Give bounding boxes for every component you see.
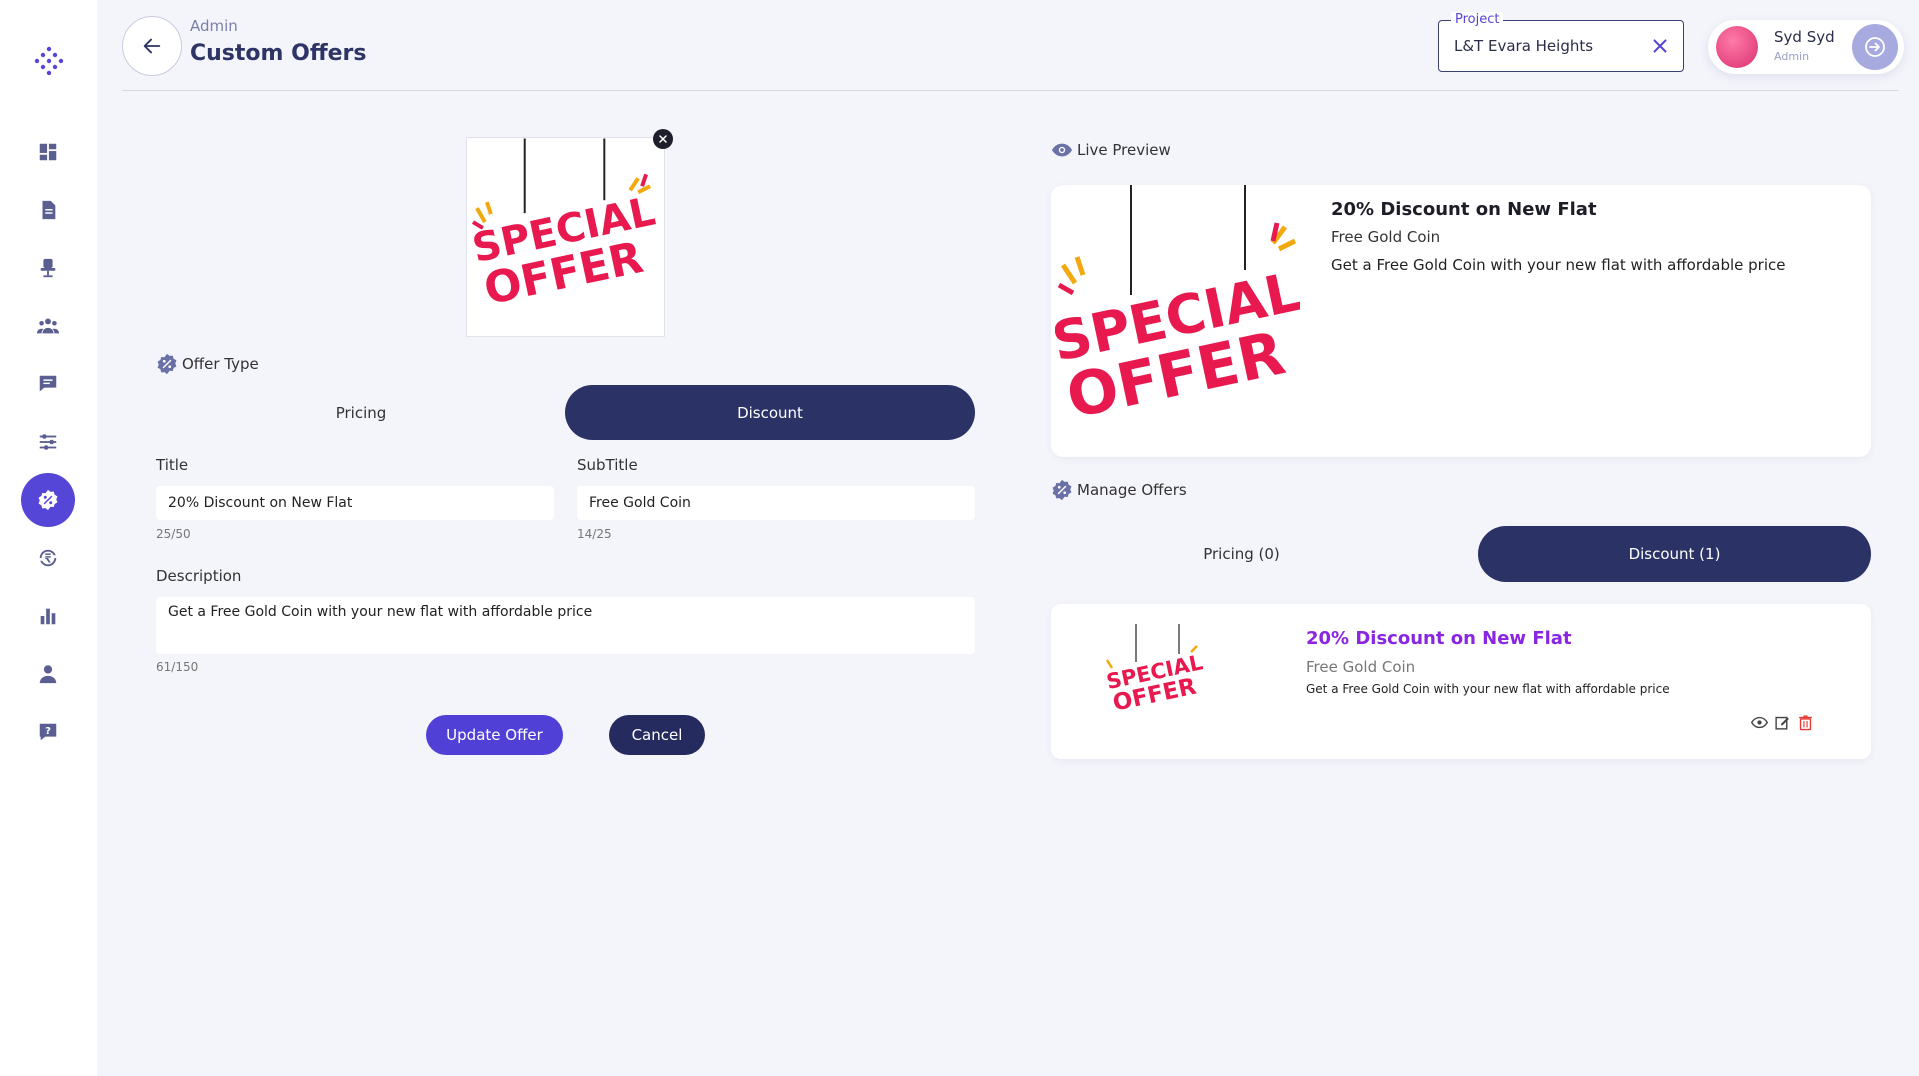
offer-image-upload[interactable]: SPECIAL OFFER xyxy=(466,137,665,337)
sidebar-item-settings[interactable] xyxy=(21,415,75,469)
special-offer-image: SPECIAL OFFER xyxy=(1055,185,1300,435)
view-icon[interactable] xyxy=(1751,714,1768,731)
sidebar-item-offers[interactable] xyxy=(21,473,75,527)
offer-actions xyxy=(1751,714,1814,731)
edit-icon[interactable] xyxy=(1774,714,1791,731)
sidebar-item-messages[interactable] xyxy=(21,357,75,411)
logout-button[interactable] xyxy=(1852,24,1898,70)
project-value: L&T Evara Heights xyxy=(1454,37,1594,55)
dashboard-icon xyxy=(39,143,57,161)
update-offer-button[interactable]: Update Offer xyxy=(426,715,563,755)
chair-icon xyxy=(40,258,56,278)
chat-icon xyxy=(39,375,57,392)
logout-icon xyxy=(1865,37,1885,57)
remove-image-button[interactable] xyxy=(653,129,673,149)
preview-description: Get a Free Gold Coin with your new flat … xyxy=(1331,256,1786,274)
arrow-left-icon xyxy=(143,38,161,54)
subtitle-counter: 14/25 xyxy=(577,527,612,541)
project-select[interactable]: Project L&T Evara Heights xyxy=(1438,12,1684,72)
refresh-rupee-icon xyxy=(39,549,57,567)
app-logo-icon[interactable] xyxy=(33,45,65,77)
close-icon xyxy=(659,135,667,143)
sidebar-item-documents[interactable] xyxy=(21,183,75,237)
sidebar-item-dashboard[interactable] xyxy=(21,125,75,179)
preview-subtitle: Free Gold Coin xyxy=(1331,228,1441,246)
discount-icon xyxy=(38,489,58,511)
offer-subtitle: Free Gold Coin xyxy=(1306,658,1416,676)
svg-text:?: ? xyxy=(45,726,51,737)
live-preview-label: Live Preview xyxy=(1077,141,1171,159)
cancel-button[interactable]: Cancel xyxy=(609,715,705,755)
subtitle-label: SubTitle xyxy=(577,456,638,474)
header-divider xyxy=(122,90,1899,91)
sidebar-item-team[interactable] xyxy=(21,299,75,353)
offer-type-label: Offer Type xyxy=(182,355,259,373)
close-icon[interactable] xyxy=(1649,35,1671,57)
special-offer-image: SPECIAL OFFER xyxy=(467,138,661,317)
sidebar-item-help[interactable]: ? xyxy=(21,705,75,759)
special-offer-thumbnail: SPECIAL OFFER xyxy=(1103,624,1206,717)
user-profile[interactable]: Syd Syd Admin xyxy=(1708,20,1904,74)
sidebar: ? xyxy=(0,0,97,1076)
group-icon xyxy=(37,318,59,334)
discount-badge-icon xyxy=(1052,479,1072,501)
offer-type-heading: Offer Type xyxy=(156,353,259,375)
project-label: Project xyxy=(1451,12,1504,27)
sidebar-item-users[interactable] xyxy=(21,647,75,701)
user-icon xyxy=(39,665,57,684)
eye-icon xyxy=(1051,143,1073,157)
sidebar-item-inventory[interactable] xyxy=(21,241,75,295)
preview-title: 20% Discount on New Flat xyxy=(1331,199,1597,220)
offer-type-pricing[interactable]: Pricing xyxy=(156,385,566,440)
offer-type-discount[interactable]: Discount xyxy=(565,385,975,440)
sidebar-item-payments[interactable] xyxy=(21,531,75,585)
breadcrumb: Admin xyxy=(190,17,238,35)
sidebar-item-reports[interactable] xyxy=(21,589,75,643)
description-counter: 61/150 xyxy=(156,660,199,674)
tab-discount[interactable]: Discount (1) xyxy=(1478,526,1871,582)
subtitle-input[interactable] xyxy=(577,486,975,520)
bar-chart-icon xyxy=(40,608,56,625)
document-icon xyxy=(42,200,56,220)
page-title: Custom Offers xyxy=(190,41,367,66)
avatar xyxy=(1716,26,1758,68)
user-role: Admin xyxy=(1774,50,1810,63)
back-button[interactable] xyxy=(122,16,182,76)
manage-offers-label: Manage Offers xyxy=(1077,481,1187,499)
offer-description: Get a Free Gold Coin with your new flat … xyxy=(1306,682,1670,696)
discount-badge-icon xyxy=(157,353,177,375)
description-label: Description xyxy=(156,567,242,585)
delete-icon[interactable] xyxy=(1797,714,1814,731)
description-input[interactable]: Get a Free Gold Coin with your new flat … xyxy=(156,597,975,654)
tab-pricing[interactable]: Pricing (0) xyxy=(1051,526,1432,582)
user-name: Syd Syd xyxy=(1774,28,1835,46)
manage-offers-heading: Manage Offers xyxy=(1051,479,1187,501)
offer-list-item[interactable]: SPECIAL OFFER 20% Discount on New Flat F… xyxy=(1051,604,1871,759)
title-counter: 25/50 xyxy=(156,527,191,541)
live-preview-heading: Live Preview xyxy=(1051,139,1171,161)
help-icon: ? xyxy=(39,723,57,741)
title-label: Title xyxy=(156,456,189,474)
offer-title: 20% Discount on New Flat xyxy=(1306,628,1572,649)
live-preview-card: SPECIAL OFFER 20% Discount on New Flat F… xyxy=(1051,185,1871,457)
title-input[interactable] xyxy=(156,486,554,520)
sliders-icon xyxy=(39,434,57,450)
